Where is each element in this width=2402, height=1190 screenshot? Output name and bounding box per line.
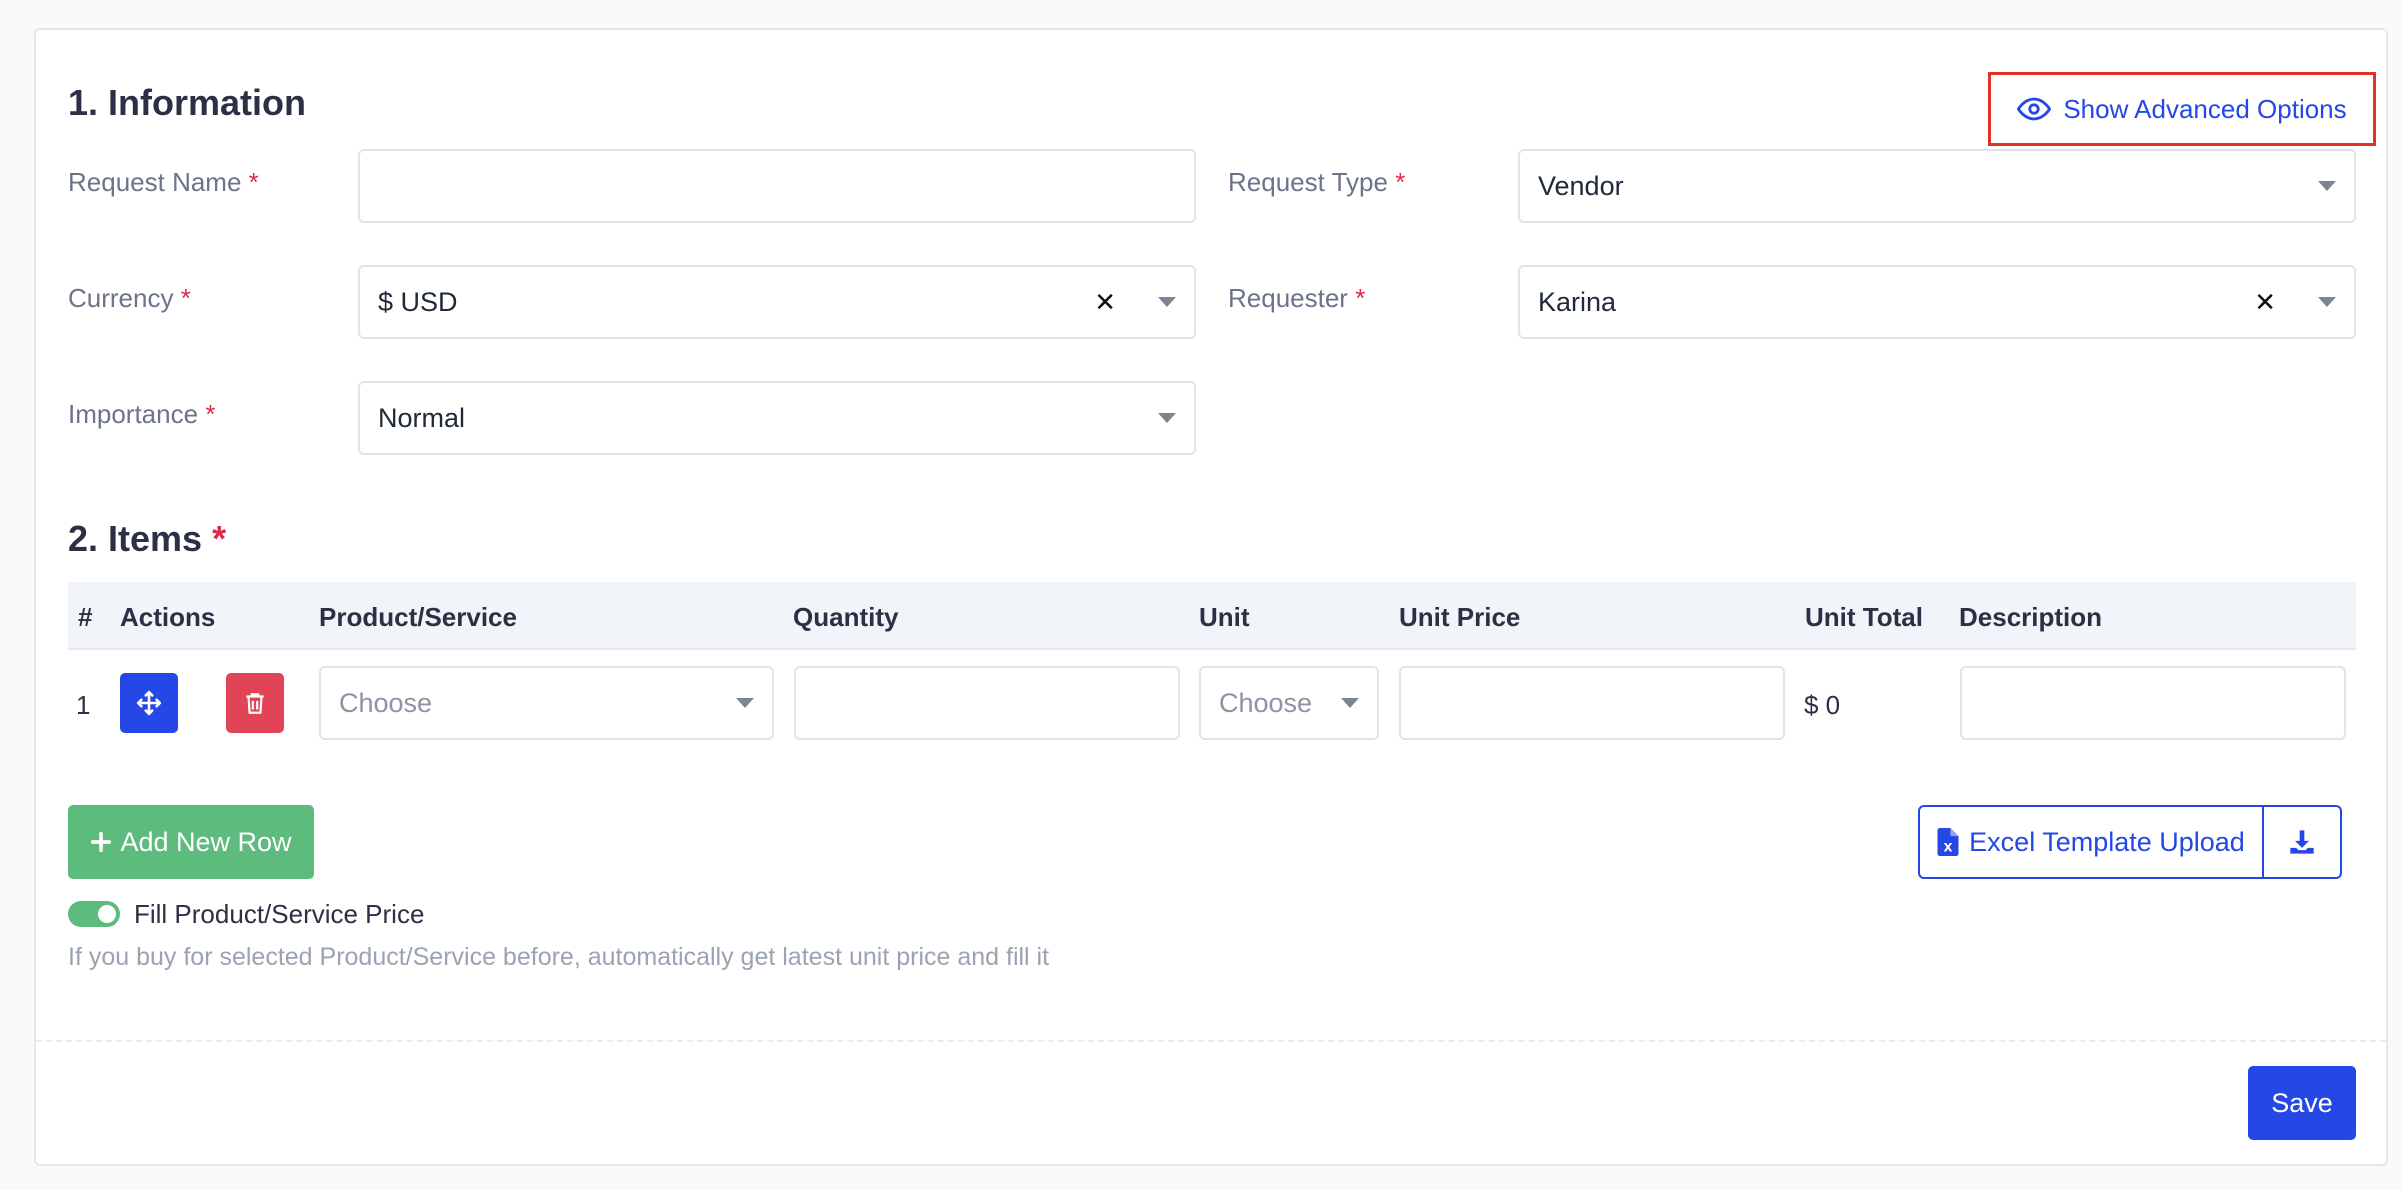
requester-select[interactable]: Karina ✕ (1518, 265, 2356, 339)
show-advanced-options-label: Show Advanced Options (2063, 93, 2347, 124)
currency-label: Currency * (68, 283, 191, 313)
column-header-unit-price: Unit Price (1399, 602, 1521, 632)
column-header-unit: Unit (1199, 602, 1250, 632)
show-advanced-options-link[interactable]: Show Advanced Options (1988, 72, 2376, 146)
unit-select[interactable]: Choose (1199, 666, 1379, 740)
move-row-button[interactable] (120, 673, 178, 733)
importance-select[interactable]: Normal (358, 381, 1196, 455)
fill-price-hint: If you buy for selected Product/Service … (68, 943, 1050, 971)
quantity-input[interactable] (794, 666, 1180, 740)
chevron-down-icon (736, 698, 754, 708)
section-title-information: 1. Information (68, 82, 307, 123)
column-header-actions: Actions (120, 602, 216, 632)
save-button[interactable]: Save (2248, 1066, 2356, 1140)
excel-template-upload-button[interactable]: X Excel Template Upload (1920, 807, 2264, 877)
delete-row-button[interactable] (226, 673, 284, 733)
excel-file-icon: X (1937, 828, 1959, 856)
row-number: 1 (76, 690, 91, 720)
move-icon (136, 690, 162, 716)
chevron-down-icon (2318, 181, 2336, 191)
chevron-down-icon (1341, 698, 1359, 708)
excel-template-group: X Excel Template Upload (1918, 805, 2342, 879)
currency-select[interactable]: $ USD ✕ (358, 265, 1196, 339)
fill-price-label: Fill Product/Service Price (134, 899, 425, 929)
download-icon (2290, 830, 2314, 854)
chevron-down-icon (1158, 297, 1176, 307)
request-type-select[interactable]: Vendor (1518, 149, 2356, 223)
column-header-product: Product/Service (319, 602, 517, 632)
svg-text:X: X (1944, 840, 1953, 854)
excel-template-upload-label: Excel Template Upload (1969, 826, 2245, 857)
eye-icon (2017, 97, 2052, 121)
plus-icon (91, 831, 112, 853)
clear-icon[interactable]: ✕ (1094, 287, 1116, 318)
description-input[interactable] (1960, 666, 2346, 740)
fill-price-toggle[interactable] (68, 901, 120, 927)
request-type-label: Request Type * (1228, 167, 1406, 197)
unit-price-input[interactable] (1399, 666, 1785, 740)
clear-icon[interactable]: ✕ (2254, 287, 2276, 318)
product-service-select[interactable]: Choose (319, 666, 774, 740)
footer-divider (36, 1040, 2386, 1042)
unit-total-value: $ 0 (1804, 690, 1841, 720)
trash-icon (246, 693, 264, 714)
excel-template-download-button[interactable] (2264, 807, 2340, 877)
chevron-down-icon (1158, 413, 1176, 423)
importance-label: Importance * (68, 399, 216, 429)
request-name-input[interactable] (358, 149, 1196, 223)
column-header-quantity: Quantity (793, 602, 899, 632)
requester-label: Requester * (1228, 283, 1366, 313)
column-header-number: # (78, 602, 93, 632)
add-new-row-button[interactable]: Add New Row (68, 805, 314, 879)
items-table-header: # Actions Product/Service Quantity Unit … (68, 582, 2356, 650)
column-header-description: Description (1959, 602, 2103, 632)
chevron-down-icon (2318, 297, 2336, 307)
request-name-label: Request Name * (68, 167, 259, 197)
column-header-unit-total: Unit Total (1805, 602, 1923, 632)
add-new-row-label: Add New Row (120, 826, 292, 857)
section-title-items: 2. Items * (68, 518, 227, 559)
